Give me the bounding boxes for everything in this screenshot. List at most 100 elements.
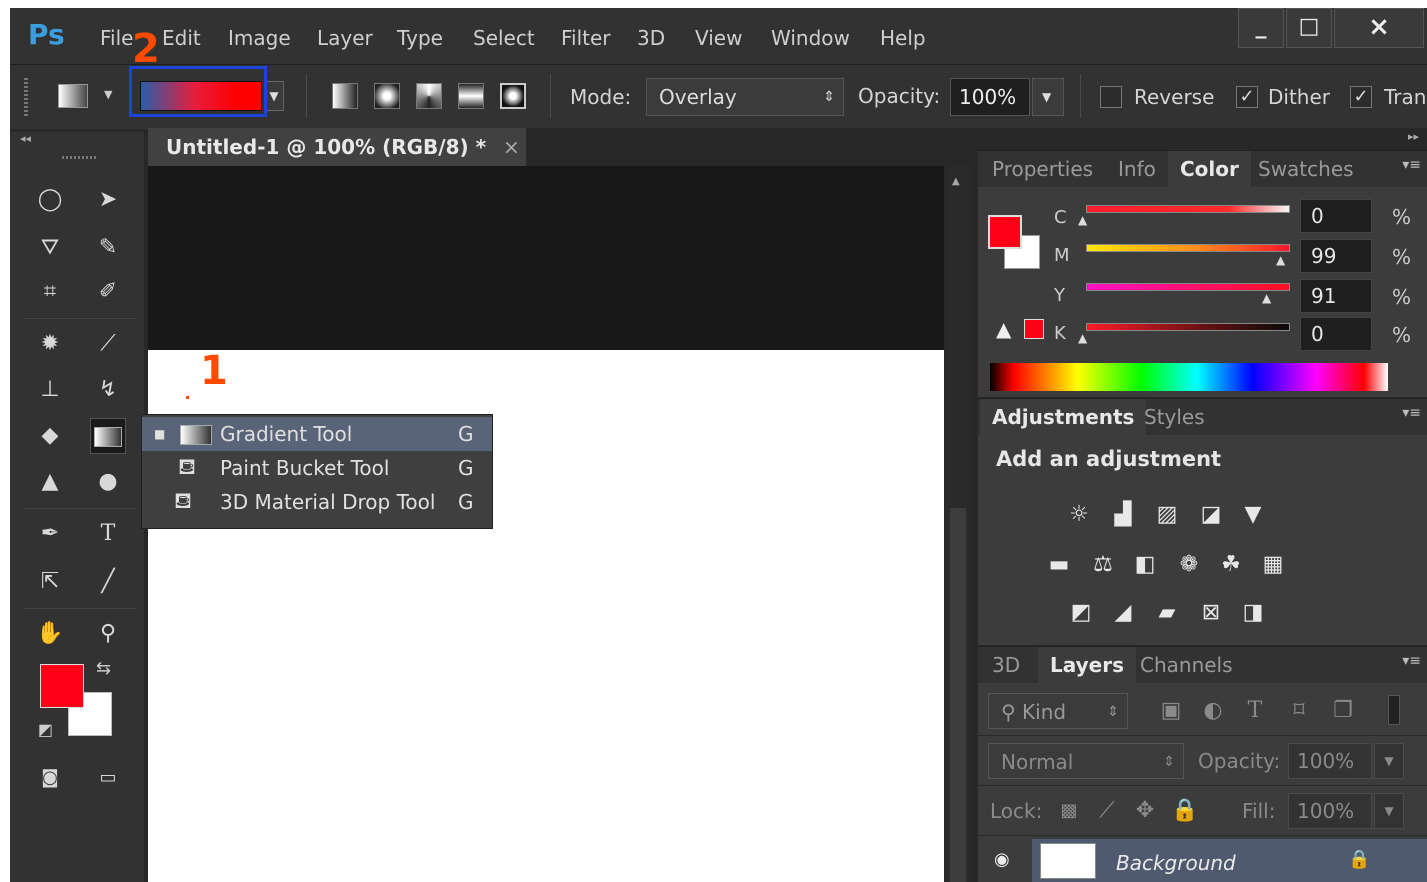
eraser-tool-icon[interactable]: ◆	[32, 418, 68, 454]
tab-styles[interactable]: Styles	[1132, 399, 1217, 435]
hue-saturation-icon[interactable]: ▬	[1044, 551, 1074, 579]
panel-menu-icon[interactable]: ▾≡	[1402, 157, 1421, 173]
menu-layer[interactable]: Layer	[317, 26, 373, 50]
lock-all-icon[interactable]: 🔒	[1170, 797, 1200, 825]
collapse-icon[interactable]: ◂◂	[20, 132, 31, 145]
cyan-slider[interactable]	[1086, 205, 1290, 213]
flyout-3d-material-drop-tool[interactable]: ⛾ 3D Material Drop Tool G	[142, 485, 492, 519]
tab-adjustments[interactable]: Adjustments	[980, 399, 1147, 435]
fill-input[interactable]: 100%	[1288, 793, 1372, 829]
diamond-gradient-button[interactable]	[500, 83, 526, 109]
filter-type-icon[interactable]: T	[1240, 697, 1270, 725]
panel-fg-swatch[interactable]	[988, 215, 1022, 249]
gamut-warning-icon[interactable]: ▲	[996, 317, 1011, 341]
magenta-input[interactable]: 99	[1300, 239, 1372, 273]
panel-menu-icon[interactable]: ▾≡	[1402, 405, 1421, 421]
menu-window[interactable]: Window	[771, 26, 850, 50]
gradient-tool-preset-icon[interactable]	[58, 84, 88, 108]
menu-type[interactable]: Type	[397, 26, 443, 50]
document-tab[interactable]: Untitled-1 @ 100% (RGB/8) * ×	[148, 128, 526, 166]
filter-adjustment-icon[interactable]: ◐	[1198, 697, 1228, 725]
photo-filter-icon[interactable]: ❁	[1174, 551, 1204, 579]
history-brush-icon[interactable]: ↯	[90, 372, 126, 408]
slider-thumb[interactable]: ▲	[1078, 331, 1087, 345]
scroll-up-arrow[interactable]: ▲	[952, 176, 960, 187]
transparency-checkbox[interactable]: ✓	[1350, 86, 1372, 108]
blend-mode-select[interactable]: Normal ⇕	[988, 743, 1184, 779]
blur-tool-icon[interactable]: ▲	[32, 464, 68, 500]
swap-colors-icon[interactable]: ⇆	[96, 658, 111, 679]
screen-mode-icon[interactable]: ▭	[90, 760, 126, 796]
menu-3d[interactable]: 3D	[637, 26, 665, 50]
close-button[interactable]: ×	[1334, 8, 1424, 48]
linear-gradient-button[interactable]	[332, 83, 358, 109]
reflected-gradient-button[interactable]	[458, 83, 484, 109]
radial-gradient-button[interactable]	[374, 83, 400, 109]
elliptical-marquee-icon[interactable]: ◯	[32, 182, 68, 218]
chevron-down-icon[interactable]: ▼	[104, 88, 112, 101]
yellow-input[interactable]: 91	[1300, 279, 1372, 313]
tab-3d[interactable]: 3D	[980, 647, 1032, 683]
scrollbar-thumb[interactable]	[950, 508, 966, 882]
tab-properties[interactable]: Properties	[980, 151, 1105, 187]
menu-select[interactable]: Select	[473, 26, 535, 50]
menu-image[interactable]: Image	[228, 26, 291, 50]
quick-mask-icon[interactable]: ◙	[32, 760, 68, 796]
eyedropper-icon[interactable]: ✐	[90, 274, 126, 310]
clone-stamp-icon[interactable]: ⊥	[32, 372, 68, 408]
slider-thumb[interactable]: ▲	[1078, 213, 1087, 227]
flyout-gradient-tool[interactable]: ■ Gradient Tool G	[142, 417, 492, 451]
filter-pixel-icon[interactable]: ▣	[1156, 697, 1186, 725]
layer-name[interactable]: Background	[1116, 851, 1236, 875]
layer-opacity-dropdown[interactable]: ▼	[1374, 743, 1404, 779]
pen-tool-icon[interactable]: ✒	[32, 516, 68, 552]
lock-image-icon[interactable]: ⟋	[1092, 797, 1122, 825]
polygonal-lasso-icon[interactable]: ⛛	[32, 230, 68, 266]
tab-swatches[interactable]: Swatches	[1246, 151, 1366, 187]
layer-opacity-input[interactable]: 100%	[1288, 743, 1372, 779]
spot-healing-icon[interactable]: ✹	[32, 326, 68, 362]
filter-shape-icon[interactable]: ⌑	[1284, 697, 1314, 725]
threshold-icon[interactable]: ▰	[1152, 599, 1182, 627]
options-grip[interactable]	[24, 78, 28, 116]
lock-position-icon[interactable]: ✥	[1130, 797, 1160, 825]
dither-checkbox[interactable]: ✓	[1236, 86, 1258, 108]
default-colors-icon[interactable]: ◩	[38, 720, 53, 739]
vibrance-icon[interactable]: ▼	[1238, 501, 1268, 529]
slider-thumb[interactable]: ▲	[1276, 253, 1285, 267]
maximize-button[interactable]: □	[1286, 8, 1332, 48]
gamut-swatch[interactable]	[1024, 319, 1044, 339]
menu-file[interactable]: File	[100, 26, 133, 50]
gradient-map-icon[interactable]: ◨	[1238, 599, 1268, 627]
move-tool-icon[interactable]: ➤	[90, 182, 126, 218]
selective-color-icon[interactable]: ⊠	[1196, 599, 1226, 627]
layer-thumbnail[interactable]	[1040, 843, 1096, 879]
hand-tool-icon[interactable]: ✋	[32, 616, 68, 652]
posterize-icon[interactable]: ◢	[1108, 599, 1138, 627]
black-slider[interactable]	[1086, 323, 1290, 331]
layer-filter-select[interactable]: ⚲ Kind ⇕	[988, 693, 1128, 729]
path-selection-icon[interactable]: ⇱	[32, 564, 68, 600]
channel-mixer-icon[interactable]: ☘	[1216, 551, 1246, 579]
mode-select[interactable]: Overlay ⇕	[646, 78, 844, 116]
curves-icon[interactable]: ▨	[1152, 501, 1182, 529]
color-spectrum-bar[interactable]	[990, 363, 1388, 391]
exposure-icon[interactable]: ◪	[1196, 501, 1226, 529]
invert-icon[interactable]: ◩	[1066, 599, 1096, 627]
menu-filter[interactable]: Filter	[561, 26, 611, 50]
levels-icon[interactable]: ▟	[1108, 501, 1138, 529]
minimize-button[interactable]: _	[1238, 8, 1284, 48]
flyout-paint-bucket-tool[interactable]: ⛾ Paint Bucket Tool G	[142, 451, 492, 485]
dodge-tool-icon[interactable]: ●	[90, 464, 126, 500]
crop-tool-icon[interactable]: ⌗	[32, 274, 68, 310]
fill-dropdown[interactable]: ▼	[1374, 793, 1404, 829]
reverse-checkbox[interactable]	[1100, 86, 1122, 108]
color-lookup-icon[interactable]: ▦	[1258, 551, 1288, 579]
toolbar-grip[interactable]	[62, 156, 98, 159]
expand-panels-icon[interactable]: ▸▸	[1408, 130, 1419, 143]
opacity-input[interactable]: 100%	[950, 78, 1030, 116]
tab-channels[interactable]: Channels	[1128, 647, 1245, 683]
black-white-icon[interactable]: ◧	[1130, 551, 1160, 579]
menu-edit[interactable]: Edit	[162, 26, 201, 50]
close-tab-icon[interactable]: ×	[503, 135, 520, 159]
